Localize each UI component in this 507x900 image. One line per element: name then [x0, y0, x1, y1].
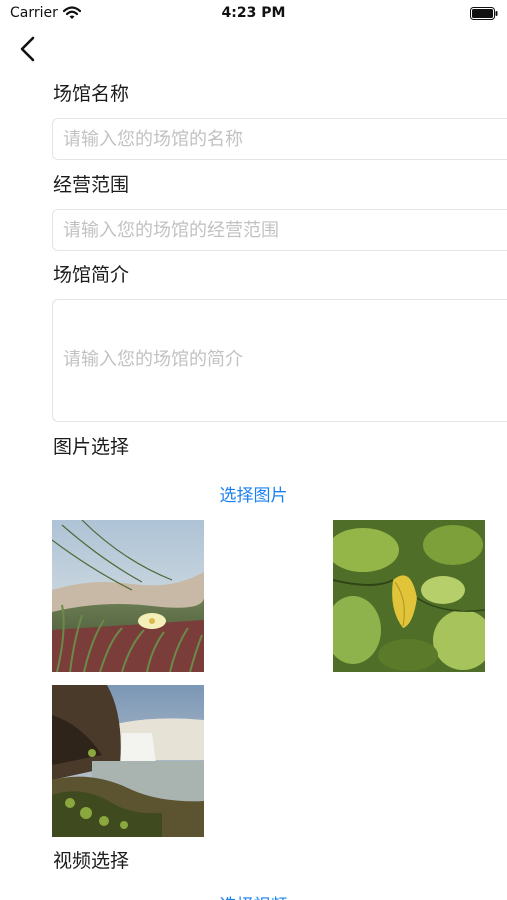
- back-button[interactable]: [14, 34, 44, 64]
- image-select-label: 图片选择: [53, 436, 130, 458]
- venue-intro-label: 场馆简介: [53, 264, 130, 286]
- status-bar: Carrier 4:23 PM: [0, 0, 507, 28]
- venue-name-field-box: [52, 118, 507, 160]
- business-scope-input[interactable]: [53, 210, 507, 250]
- venue-name-label: 场馆名称: [53, 83, 130, 105]
- venue-intro-textarea[interactable]: [53, 300, 507, 421]
- photo-waterfall[interactable]: [52, 685, 204, 837]
- venue-name-input[interactable]: [53, 119, 507, 159]
- waterfall-image: [52, 685, 204, 837]
- chevron-left-icon: [20, 36, 35, 62]
- video-select-label: 视频选择: [53, 850, 130, 872]
- select-image-button[interactable]: 选择图片: [0, 481, 507, 506]
- select-video-button[interactable]: 选择视频: [0, 891, 507, 900]
- business-scope-field-box: [52, 209, 507, 251]
- status-time: 4:23 PM: [221, 5, 286, 21]
- leaf-image: [333, 520, 485, 672]
- venue-form-screen: Carrier 4:23 PM 场馆名称 经营范围 场馆简介 图片选择 选择图片: [0, 0, 507, 900]
- photo-beach-flower[interactable]: [52, 520, 204, 672]
- battery-icon: [470, 7, 498, 20]
- business-scope-label: 经营范围: [53, 174, 130, 196]
- beach-flower-image: [52, 520, 204, 672]
- photo-leaf[interactable]: [333, 520, 485, 672]
- venue-intro-field-box: [52, 299, 507, 422]
